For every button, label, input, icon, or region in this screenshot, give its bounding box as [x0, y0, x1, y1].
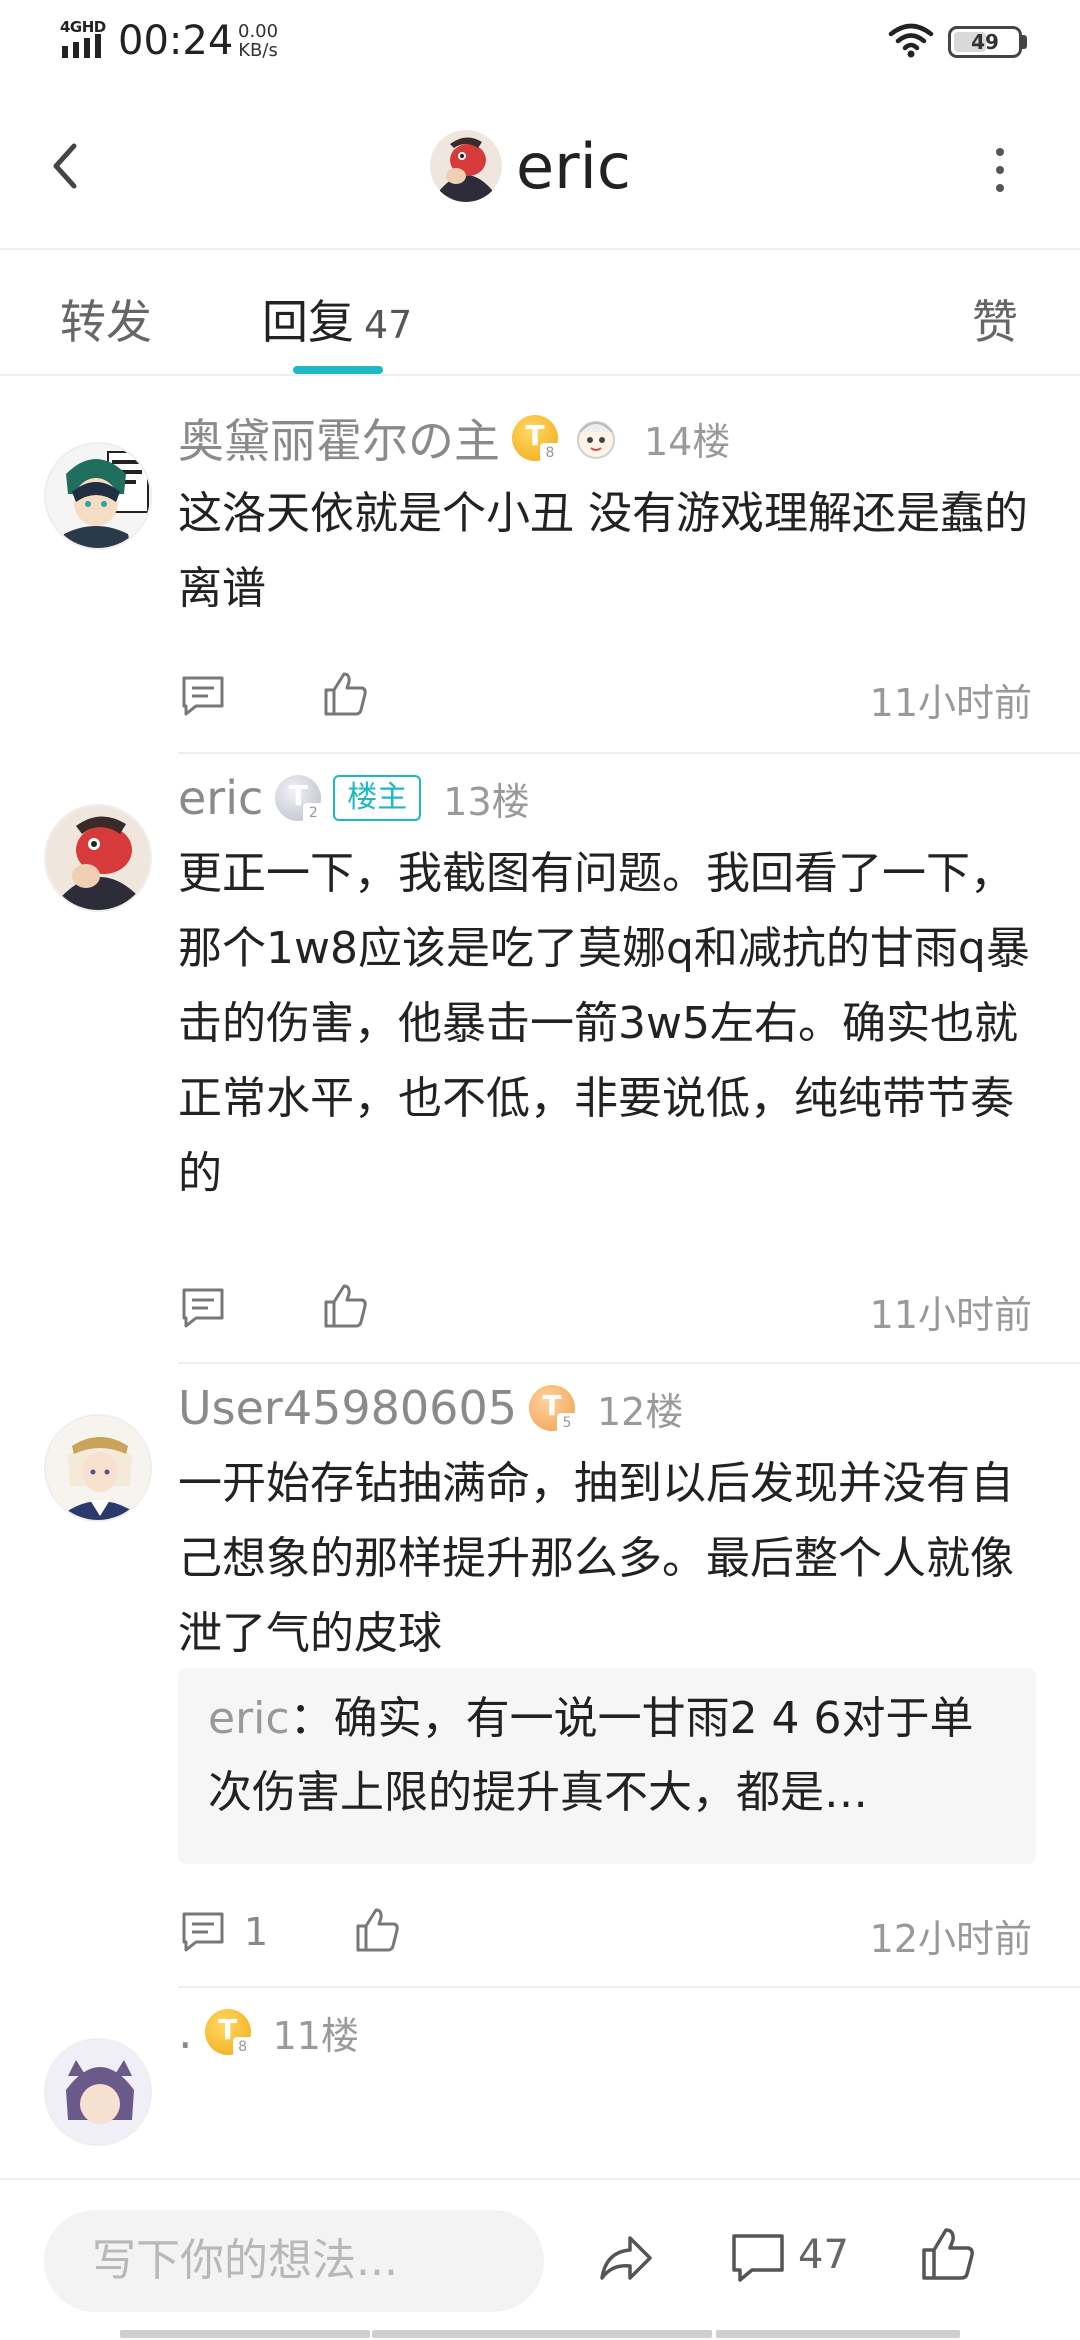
- tab-bar: 转发 回复 47 赞: [0, 252, 1080, 376]
- battery-level: 49: [971, 30, 999, 54]
- comment-count: 47: [798, 2232, 849, 2278]
- tab-forward[interactable]: 转发: [60, 286, 152, 352]
- timestamp: 11小时前: [869, 1293, 1032, 1337]
- top-app-bar: eric: [0, 84, 1080, 250]
- back-chevron-icon[interactable]: [40, 134, 96, 198]
- status-bar: 4GHD 00:24 0.00 KB/s 49: [0, 0, 1080, 84]
- tab-reply-count: 47: [364, 303, 413, 347]
- comment-meta: 奥黛丽霍尔の主 T8 14楼: [178, 408, 730, 468]
- comment-meta: eric T2 楼主 13楼: [178, 768, 530, 828]
- comment-actions: 11小时前: [178, 668, 1040, 728]
- avatar[interactable]: [44, 1414, 152, 1522]
- network-speed: 0.00 KB/s: [238, 22, 278, 60]
- timestamp: 11小时前: [869, 681, 1032, 725]
- wifi-icon: [888, 23, 934, 58]
- username[interactable]: eric: [178, 771, 263, 825]
- comment-input[interactable]: 写下你的想法...: [44, 2210, 544, 2312]
- page-title: eric: [516, 129, 631, 203]
- tab-reply[interactable]: 回复 47: [262, 286, 412, 352]
- reply-count: 1: [244, 1910, 269, 1954]
- divider: [178, 752, 1080, 754]
- level-badge-icon: T8: [512, 415, 560, 463]
- gesture-bar: [372, 2330, 712, 2338]
- username[interactable]: .: [178, 2005, 193, 2059]
- clock: 00:24: [118, 18, 234, 64]
- reply-list[interactable]: 奥黛丽霍尔の主 T8 14楼 这洛天依就是个小丑 没有游戏理解还是蠢的离谱 11…: [0, 378, 1080, 2178]
- active-tab-indicator: [293, 366, 383, 374]
- reply-separator: ：: [289, 1693, 334, 1744]
- comment-icon[interactable]: [180, 674, 226, 718]
- avatar[interactable]: [430, 130, 502, 202]
- thumbs-up-icon[interactable]: [354, 1906, 400, 1954]
- divider: [178, 1362, 1080, 1364]
- reply-author[interactable]: eric: [208, 1693, 290, 1744]
- username[interactable]: User45980605: [178, 1381, 517, 1435]
- share-icon[interactable]: [596, 2230, 656, 2286]
- comment-icon[interactable]: [180, 1910, 226, 1954]
- avatar[interactable]: [44, 442, 152, 550]
- tab-like[interactable]: 赞: [972, 286, 1018, 352]
- floor-number: 13楼: [443, 779, 530, 824]
- gesture-bar: [120, 2330, 370, 2338]
- comment-meta: . T8 11楼: [178, 2002, 359, 2062]
- battery-cap: [1022, 35, 1027, 49]
- speed-value: 0.00: [238, 21, 279, 42]
- comment-text[interactable]: 这洛天依就是个小丑 没有游戏理解还是蠢的离谱: [178, 476, 1038, 626]
- thumbs-up-icon[interactable]: [920, 2226, 976, 2282]
- comment-actions: 11小时前: [178, 1280, 1040, 1340]
- bottom-input-bar: 写下你的想法... 47: [0, 2178, 1080, 2340]
- comment-actions: 1 12小时前: [178, 1904, 1040, 1964]
- nested-reply-preview[interactable]: eric：确实，有一说一甘雨2 4 6对于单次伤害上限的提升真不大，都是…: [178, 1668, 1036, 1864]
- floor-number: 12楼: [596, 1389, 684, 1434]
- speed-unit: KB/s: [238, 40, 278, 61]
- timestamp: 12小时前: [869, 1917, 1032, 1961]
- comment-text[interactable]: 更正一下，我截图有问题。我回看了一下，那个1w8应该是吃了莫娜q和减抗的甘雨q暴…: [178, 836, 1038, 1211]
- signal-icon: [62, 34, 101, 58]
- header-title-group[interactable]: eric: [430, 126, 631, 206]
- floor-number: 14楼: [644, 419, 731, 464]
- avatar[interactable]: [44, 2038, 152, 2146]
- level-badge-icon: T5: [528, 1385, 577, 1433]
- more-vertical-icon[interactable]: [980, 142, 1020, 198]
- gesture-bar: [716, 2330, 960, 2338]
- thumbs-up-icon[interactable]: [322, 1282, 368, 1330]
- floor-number: 11楼: [272, 2013, 359, 2058]
- comment-icon[interactable]: [730, 2230, 786, 2286]
- paimon-badge-icon: [577, 421, 615, 459]
- comment-text[interactable]: 一开始存钻抽满命，抽到以后发现并没有自己想象的那样提升那么多。最后整个人就像泄了…: [178, 1446, 1038, 1671]
- username[interactable]: 奥黛丽霍尔の主: [178, 405, 500, 471]
- avatar[interactable]: [44, 804, 152, 912]
- comment-icon[interactable]: [180, 1286, 226, 1330]
- owner-badge: 楼主: [333, 775, 422, 821]
- level-badge-icon: T8: [204, 2009, 253, 2057]
- level-badge-icon: T2: [275, 775, 324, 823]
- thumbs-up-icon[interactable]: [322, 670, 368, 718]
- comment-meta: User45980605 T5 12楼: [178, 1378, 683, 1438]
- divider: [178, 1986, 1080, 1988]
- tab-reply-label: 回复: [262, 295, 354, 349]
